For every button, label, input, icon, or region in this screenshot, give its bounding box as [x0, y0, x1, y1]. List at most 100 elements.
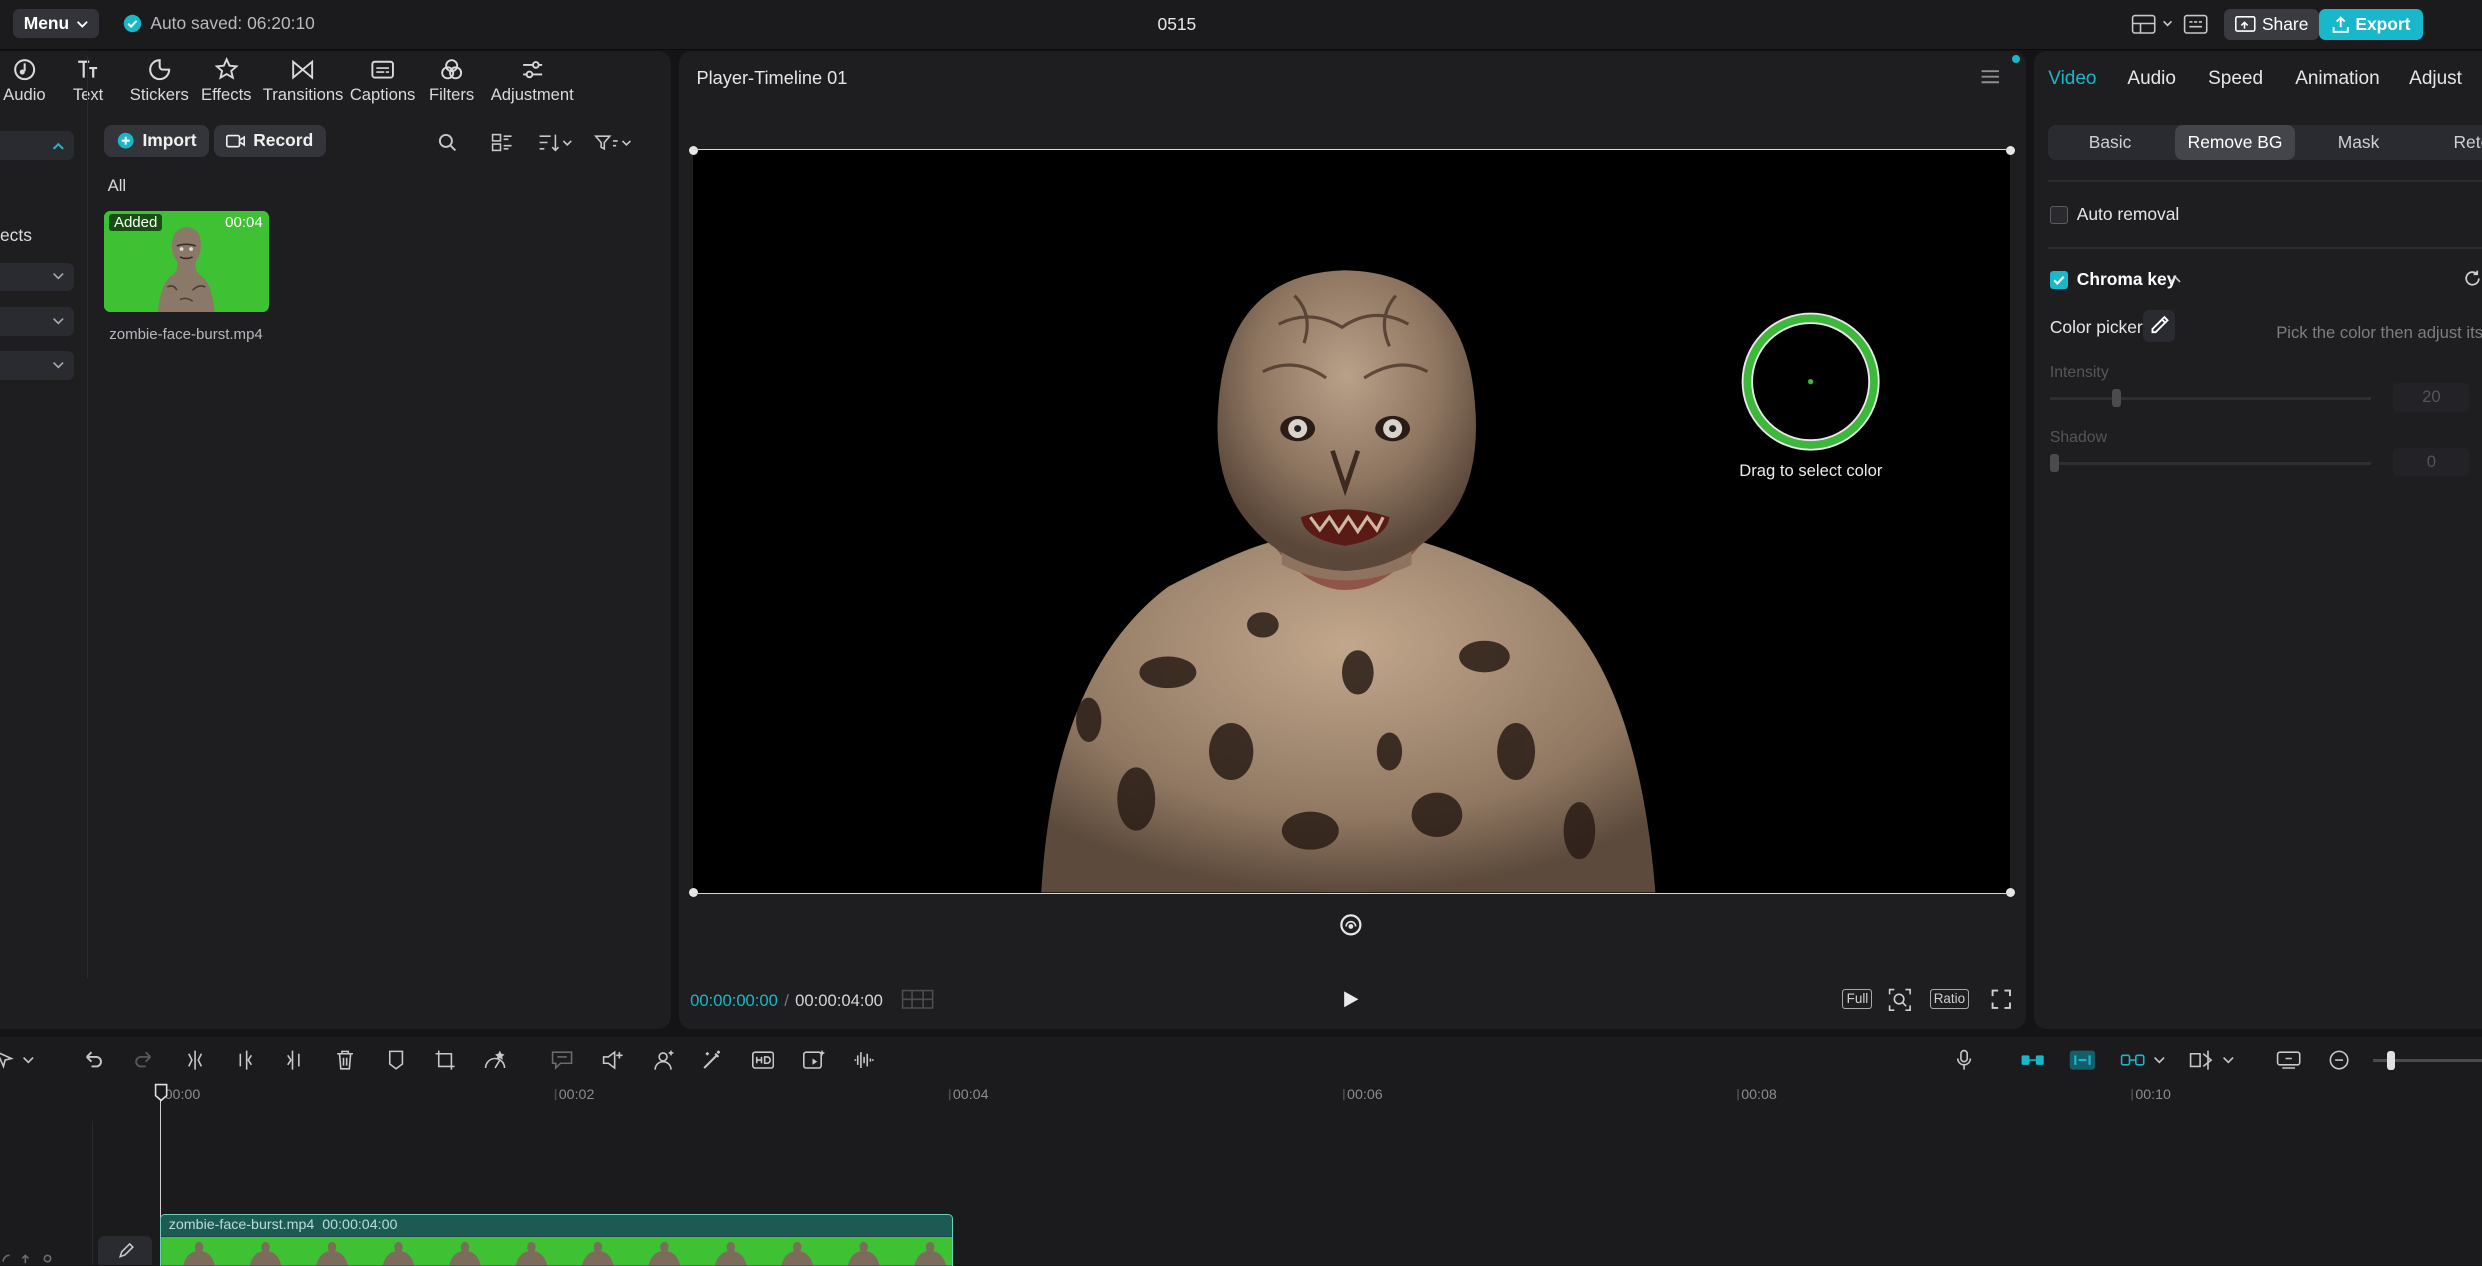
chevron-down-icon[interactable] — [2153, 1056, 2166, 1065]
auto-caption-icon[interactable] — [551, 1049, 573, 1071]
preview-axis-icon[interactable] — [2189, 1049, 2214, 1071]
chevron-down-icon[interactable] — [22, 1056, 35, 1065]
shadow-value-input[interactable]: 0 — [2393, 447, 2470, 477]
media-duration: 00:04 — [225, 213, 263, 231]
layout-icon[interactable] — [2131, 14, 2156, 35]
tab-speed[interactable]: Speed — [2208, 68, 2263, 90]
play-icon[interactable] — [1341, 989, 1360, 1010]
linkage-icon[interactable] — [2120, 1049, 2145, 1071]
intensity-slider-thumb[interactable] — [2111, 389, 2122, 407]
grid-view-icon[interactable] — [491, 133, 513, 152]
import-button[interactable]: Import — [104, 125, 210, 157]
playhead-handle-icon[interactable] — [154, 1083, 168, 1102]
intensity-slider[interactable] — [2049, 397, 2372, 401]
sort-icon[interactable] — [538, 133, 573, 152]
zoom-out-icon[interactable] — [2328, 1049, 2350, 1071]
clip-name: zombie-face-burst.mp4 — [168, 1216, 315, 1233]
tool-transitions[interactable]: Transitions — [263, 57, 343, 105]
eyedropper-button[interactable] — [2143, 310, 2175, 342]
share-button[interactable]: Share — [2223, 9, 2320, 40]
track-cover-button[interactable] — [98, 1236, 152, 1265]
project-title[interactable]: 0515 — [0, 14, 2354, 35]
zoom-slider-thumb[interactable] — [2387, 1051, 2395, 1071]
preview-canvas[interactable]: Drag to select color — [688, 145, 2015, 898]
tab-animation[interactable]: Animation — [2295, 68, 2379, 90]
audio-enhance-icon[interactable] — [602, 1049, 624, 1071]
tool-effects[interactable]: Effects — [201, 57, 251, 105]
current-time: 00:00:00:00 — [690, 990, 778, 1010]
category-dropdown[interactable] — [0, 262, 75, 292]
tab-audio[interactable]: Audio — [2127, 68, 2176, 90]
tab-video[interactable]: Video — [2048, 68, 2096, 90]
category-dropdown[interactable] — [0, 351, 75, 380]
redo-icon[interactable] — [133, 1049, 155, 1071]
plus-circle-icon — [117, 132, 134, 149]
chevron-down-icon — [53, 317, 64, 325]
shadow-slider-thumb[interactable] — [2049, 454, 2060, 472]
zoom-to-fit-icon[interactable] — [2276, 1049, 2301, 1071]
auto-removal-checkbox[interactable] — [2049, 205, 2068, 224]
track-controls-icon[interactable] — [0, 1249, 63, 1265]
media-item-thumbnail[interactable]: Added 00:04 — [104, 210, 270, 312]
resize-handle[interactable] — [688, 145, 699, 156]
tool-captions[interactable]: Captions — [350, 57, 415, 105]
chevron-up-icon[interactable] — [2169, 274, 2182, 283]
microphone-icon[interactable] — [1953, 1049, 1975, 1071]
rotate-icon[interactable] — [1339, 913, 1363, 937]
split-right-icon[interactable] — [283, 1049, 305, 1071]
export-label: Export — [2355, 14, 2411, 35]
audio-waveform-icon[interactable] — [853, 1049, 875, 1071]
category-dropdown[interactable] — [0, 131, 75, 160]
full-quality-button[interactable]: Full — [1842, 989, 1873, 1009]
main-track-magnet-icon[interactable] — [2020, 1049, 2045, 1071]
reset-icon[interactable] — [2463, 269, 2482, 288]
category-dropdown[interactable] — [0, 307, 75, 336]
ratio-button[interactable]: Ratio — [1929, 989, 1970, 1009]
magic-wand-icon[interactable] — [701, 1049, 723, 1071]
fullscreen-icon[interactable] — [1991, 989, 2012, 1010]
chevron-down-icon — [53, 273, 64, 280]
split-left-icon[interactable] — [234, 1049, 256, 1071]
auto-snap-icon[interactable] — [2069, 1049, 2096, 1071]
crop-icon[interactable] — [434, 1049, 456, 1071]
tool-filters[interactable]: Filters — [429, 57, 474, 105]
export-button[interactable]: Export — [2318, 9, 2424, 40]
filter-all-tab[interactable]: All — [108, 176, 126, 196]
tab-adjust[interactable]: Adjust — [2409, 68, 2462, 90]
marker-icon[interactable] — [385, 1049, 407, 1071]
picture-in-picture-icon[interactable] — [802, 1049, 825, 1071]
tool-stickers[interactable]: Stickers — [130, 57, 189, 105]
subtab-retouch[interactable]: Retc — [2422, 125, 2482, 160]
delete-icon[interactable] — [334, 1049, 356, 1071]
menu-icon[interactable] — [1980, 68, 2001, 85]
category-label[interactable]: ects — [0, 225, 32, 246]
shadow-slider[interactable] — [2049, 462, 2372, 466]
record-label: Record — [253, 130, 314, 151]
tool-adjustment[interactable]: Adjustment — [491, 57, 574, 105]
tool-label: Stickers — [129, 85, 189, 105]
search-icon[interactable] — [438, 133, 457, 152]
hd-icon[interactable] — [751, 1049, 775, 1071]
subtab-basic[interactable]: Basic — [2048, 125, 2171, 160]
filter-icon[interactable] — [593, 133, 632, 152]
shortcut-icon[interactable] — [2183, 14, 2208, 35]
frame-grid-icon[interactable] — [901, 989, 934, 1010]
video-clip[interactable]: zombie-face-burst.mp4 00:00:04:00 — [159, 1214, 954, 1266]
select-tool-icon[interactable] — [0, 1049, 16, 1071]
undo-icon[interactable] — [82, 1049, 104, 1071]
chroma-key-checkbox[interactable] — [2049, 270, 2068, 289]
zoom-fit-icon[interactable] — [1888, 988, 1912, 1012]
split-icon[interactable] — [184, 1049, 206, 1071]
speed-curve-icon[interactable] — [484, 1049, 506, 1071]
subtab-remove-bg[interactable]: Remove BG — [2174, 125, 2296, 160]
chevron-down-icon[interactable] — [2222, 1056, 2235, 1065]
resize-handle[interactable] — [2005, 145, 2015, 156]
color-picker-loupe-icon[interactable] — [1741, 312, 1880, 451]
chevron-down-icon[interactable] — [2162, 19, 2173, 28]
remove-background-icon[interactable] — [652, 1049, 674, 1071]
subtab-mask[interactable]: Mask — [2298, 125, 2418, 160]
intensity-value-input[interactable]: 20 — [2393, 383, 2470, 412]
clip-filmstrip — [160, 1237, 953, 1266]
timeline-ruler[interactable] — [0, 1086, 2482, 1102]
record-button[interactable]: Record — [213, 125, 326, 157]
